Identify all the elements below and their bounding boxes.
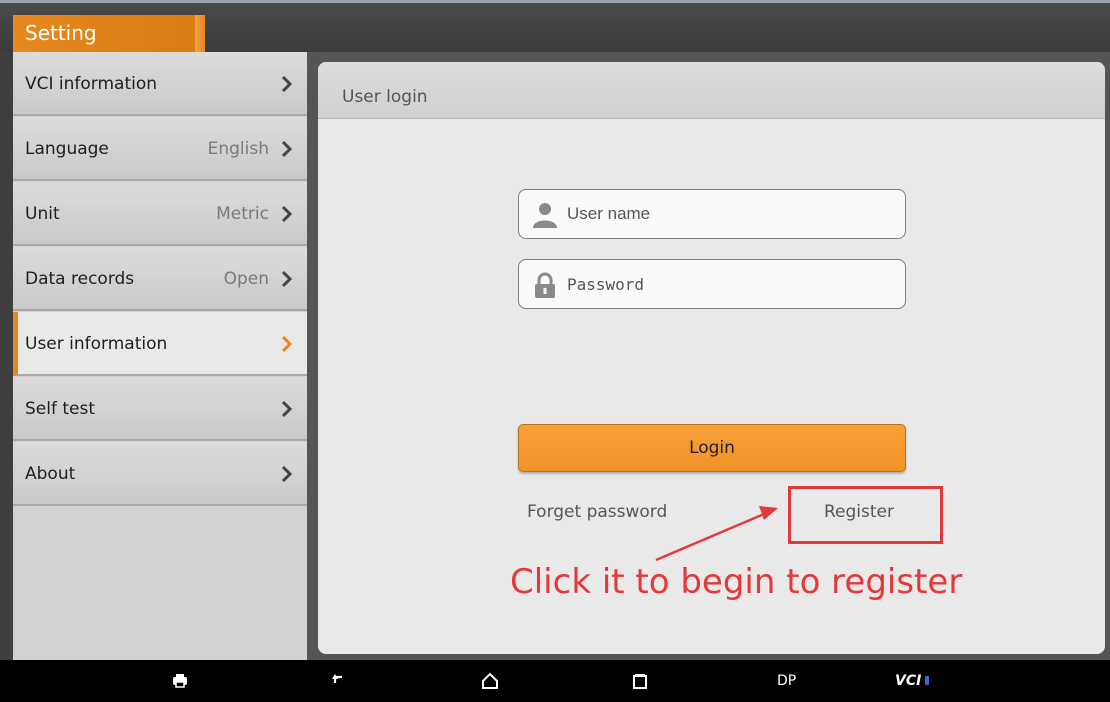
recent-apps-button[interactable] [618, 660, 662, 702]
login-button[interactable]: Login [518, 424, 906, 472]
settings-sidebar: VCI information Language English Unit Me… [13, 52, 307, 660]
sidebar-item-language[interactable]: Language English [13, 117, 307, 181]
sidebar-item-user-information[interactable]: User information [13, 312, 307, 376]
recent-apps-icon [633, 674, 647, 689]
username-field[interactable] [518, 189, 906, 239]
sidebar-item-value: English [207, 139, 269, 159]
back-icon [332, 674, 342, 683]
annotation-text: Click it to begin to register [510, 562, 963, 602]
title-tab: Setting [13, 15, 205, 55]
sidebar-item-self-test[interactable]: Self test [13, 377, 307, 441]
dp-button[interactable]: DP [777, 660, 796, 702]
title-tab-edge [195, 15, 205, 55]
home-icon [482, 672, 498, 689]
forget-password-link[interactable]: Forget password [527, 502, 667, 522]
sidebar-item-label: Data records [25, 269, 135, 289]
page-title: Setting [25, 21, 97, 45]
user-login-panel: User login Login Forget password Registe… [318, 62, 1105, 654]
print-button[interactable] [158, 660, 202, 702]
sidebar-item-label: Unit [25, 204, 60, 224]
chevron-right-icon [281, 205, 293, 223]
register-highlight-box [788, 486, 943, 544]
username-input[interactable] [567, 200, 887, 228]
chevron-right-icon [281, 465, 293, 483]
sidebar-item-value: Open [223, 269, 269, 289]
password-field[interactable] [518, 259, 906, 309]
system-nav-bar: DP VCI [0, 660, 1110, 702]
vci-button[interactable]: VCI [895, 660, 921, 702]
panel-title: User login [342, 87, 428, 107]
home-button[interactable] [468, 660, 512, 702]
password-input[interactable] [567, 270, 887, 298]
lock-icon [535, 272, 555, 298]
chevron-right-icon [281, 270, 293, 288]
vci-status-badge [925, 676, 929, 685]
print-icon [173, 674, 187, 688]
sidebar-item-label: User information [25, 334, 168, 354]
chevron-right-icon [281, 140, 293, 158]
sidebar-item-label: Self test [25, 399, 96, 419]
sidebar-item-label: Language [25, 139, 109, 159]
sidebar-item-label: VCI information [25, 74, 158, 94]
sidebar-item-unit[interactable]: Unit Metric [13, 182, 307, 246]
user-icon [533, 203, 557, 228]
chevron-right-icon [281, 75, 293, 93]
top-bar: Setting [0, 0, 1110, 55]
panel-header: User login [318, 62, 1105, 119]
sidebar-item-about[interactable]: About [13, 442, 307, 506]
chevron-right-icon [281, 400, 293, 418]
chevron-right-icon [281, 335, 293, 353]
sidebar-item-vci-information[interactable]: VCI information [13, 52, 307, 116]
sidebar-item-value: Metric [216, 204, 269, 224]
sidebar-item-label: About [25, 464, 76, 484]
sidebar-item-data-records[interactable]: Data records Open [13, 247, 307, 311]
back-button[interactable] [318, 660, 362, 702]
